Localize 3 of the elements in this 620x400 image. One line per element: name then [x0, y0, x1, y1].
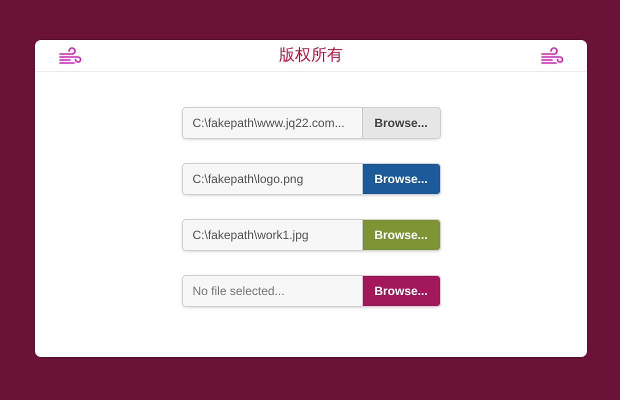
wind-icon [58, 46, 82, 66]
wind-icon [540, 46, 564, 66]
header-title: 版权所有 [279, 46, 343, 66]
